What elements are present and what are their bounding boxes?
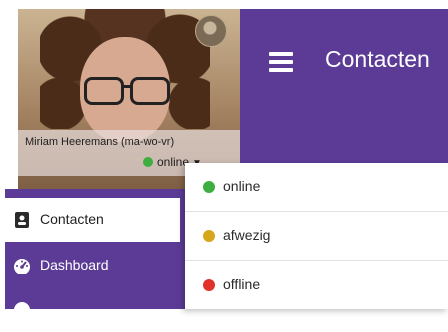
secondary-avatar[interactable] bbox=[195, 15, 227, 47]
status-option-offline[interactable]: offline bbox=[185, 261, 448, 309]
status-dot-icon bbox=[203, 279, 215, 291]
sidebar-item-contacten[interactable]: Contacten bbox=[0, 198, 180, 242]
sidebar-item-partial[interactable] bbox=[0, 288, 180, 332]
status-option-label: afwezig bbox=[223, 227, 271, 243]
status-dot-icon bbox=[203, 181, 215, 193]
profile-photo: Miriam Heeremans (ma-wo-vr) online▼ bbox=[18, 9, 240, 189]
profile-name: Miriam Heeremans (ma-wo-vr) bbox=[25, 136, 175, 148]
status-dropdown-menu: online afwezig offline bbox=[185, 163, 448, 309]
contacts-card-icon bbox=[13, 211, 31, 229]
top-header-bar bbox=[240, 9, 448, 189]
status-option-label: online bbox=[223, 178, 261, 194]
sidebar-item-label: Dashboard bbox=[40, 257, 109, 273]
clock-icon bbox=[13, 301, 31, 319]
sidebar-item-label: Contacten bbox=[40, 211, 104, 227]
status-option-online[interactable]: online bbox=[185, 163, 448, 212]
sidebar-item-dashboard[interactable]: Dashboard bbox=[0, 244, 180, 288]
page-title: Contacten bbox=[325, 46, 430, 72]
status-dot-icon bbox=[143, 157, 153, 167]
status-dot-icon bbox=[203, 230, 215, 242]
dashboard-gauge-icon bbox=[13, 257, 31, 275]
status-option-label: offline bbox=[223, 276, 261, 292]
hamburger-menu-icon[interactable] bbox=[269, 52, 293, 72]
glasses-detail bbox=[84, 77, 172, 105]
status-option-afwezig[interactable]: afwezig bbox=[185, 212, 448, 261]
